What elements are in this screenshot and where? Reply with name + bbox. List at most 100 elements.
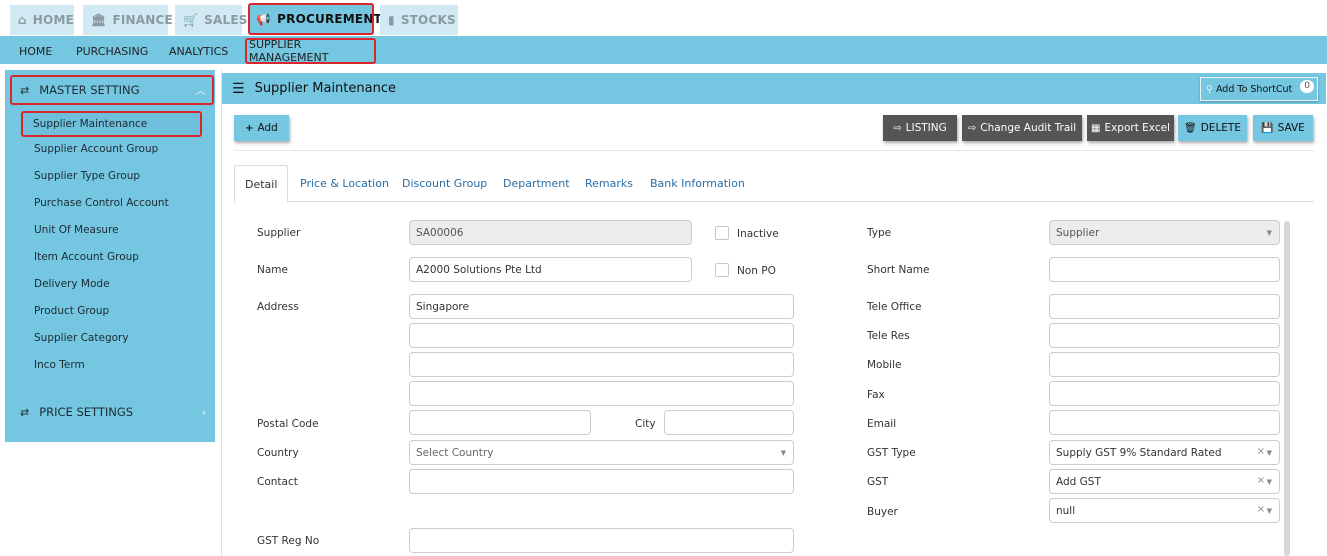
tele-office-label: Tele Office bbox=[867, 301, 922, 313]
sidebar-section-label: PRICE SETTINGS bbox=[39, 405, 134, 419]
sidebar-price-settings[interactable]: ⇄ PRICE SETTINGS › bbox=[10, 397, 214, 427]
tele-res-field[interactable] bbox=[1049, 323, 1280, 348]
name-label: Name bbox=[257, 264, 288, 276]
form-scrollbar[interactable] bbox=[1284, 221, 1290, 556]
short-name-field[interactable] bbox=[1049, 257, 1280, 282]
sidebar-item-supplier-account-group[interactable]: Supplier Account Group bbox=[26, 138, 206, 160]
tab-bank-information[interactable]: Bank Information bbox=[640, 165, 755, 202]
gst-reg-no-field[interactable] bbox=[409, 528, 794, 553]
trash-icon: 🗑 bbox=[1184, 122, 1197, 134]
add-to-shortcut-button[interactable]: ⚲ Add To ShortCut 0 bbox=[1200, 77, 1318, 101]
supplier-code-field[interactable]: SA00006 bbox=[409, 220, 692, 245]
type-value: Supplier bbox=[1056, 226, 1100, 239]
top-navigation: ⌂ HOME 🏛 FINANCE 🛒 SALES 📢 PROCUREMENT ▮… bbox=[0, 0, 1327, 36]
clear-icon[interactable]: × bbox=[1257, 504, 1265, 515]
gst-type-select[interactable]: Supply GST 9% Standard Rated × ▼ bbox=[1049, 440, 1280, 465]
listing-button[interactable]: ⇨ LISTING bbox=[883, 115, 957, 141]
sidebar-item-supplier-category[interactable]: Supplier Category bbox=[26, 327, 206, 349]
mobile-field[interactable] bbox=[1049, 352, 1280, 377]
sidebar-item-inco-term[interactable]: Inco Term bbox=[26, 354, 206, 376]
clear-icon[interactable]: × bbox=[1257, 446, 1265, 457]
address-line-1-field[interactable]: Singapore bbox=[409, 294, 794, 319]
caret-down-icon: ▼ bbox=[1266, 449, 1272, 457]
home-icon: ⌂ bbox=[18, 13, 27, 27]
sub-tab-purchasing[interactable]: PURCHASING bbox=[72, 40, 152, 62]
sub-tab-home[interactable]: HOME bbox=[15, 40, 56, 62]
save-button[interactable]: 💾 SAVE bbox=[1253, 115, 1313, 141]
top-tab-label: STOCKS bbox=[400, 13, 456, 27]
email-label: Email bbox=[867, 418, 897, 430]
sidebar-master-setting[interactable]: ⇄ MASTER SETTING ︿ bbox=[10, 75, 214, 105]
tele-office-field[interactable] bbox=[1049, 294, 1280, 319]
contact-field[interactable] bbox=[409, 469, 794, 494]
sub-tab-supplier-management[interactable]: SUPPLIER MANAGEMENT bbox=[245, 38, 376, 64]
type-select[interactable]: Supplier ▼ bbox=[1049, 220, 1280, 245]
top-tab-home[interactable]: ⌂ HOME bbox=[10, 5, 74, 35]
sidebar-item-delivery-mode[interactable]: Delivery Mode bbox=[26, 273, 206, 295]
pin-icon: ⚲ bbox=[1206, 83, 1213, 95]
sign-in-icon: ⇨ bbox=[967, 122, 977, 134]
top-tab-finance[interactable]: 🏛 FINANCE bbox=[83, 5, 173, 35]
inactive-checkbox[interactable] bbox=[715, 226, 729, 240]
address-line-3-field[interactable] bbox=[409, 352, 794, 377]
sidebar-item-product-group[interactable]: Product Group bbox=[26, 300, 206, 322]
clear-icon[interactable]: × bbox=[1257, 475, 1265, 486]
toolbar-divider bbox=[234, 150, 1314, 151]
supplier-label: Supplier bbox=[257, 227, 301, 239]
tab-remarks[interactable]: Remarks bbox=[575, 165, 643, 202]
postal-code-field[interactable] bbox=[409, 410, 591, 435]
sidebar-item-supplier-type-group[interactable]: Supplier Type Group bbox=[26, 165, 206, 187]
type-label: Type bbox=[867, 227, 892, 239]
address-line-4-field[interactable] bbox=[409, 381, 794, 406]
city-field[interactable] bbox=[664, 410, 794, 435]
mobile-label: Mobile bbox=[867, 359, 902, 371]
city-label: City bbox=[635, 418, 656, 430]
cart-icon: 🛒 bbox=[183, 13, 199, 27]
tab-price-location[interactable]: Price & Location bbox=[290, 165, 399, 202]
page-title: Supplier Maintenance bbox=[254, 81, 396, 96]
buyer-select[interactable]: null × ▼ bbox=[1049, 498, 1280, 523]
name-field[interactable]: A2000 Solutions Pte Ltd bbox=[409, 257, 692, 282]
save-label: SAVE bbox=[1277, 122, 1305, 134]
audit-label: Change Audit Trail bbox=[980, 122, 1077, 134]
non-po-checkbox[interactable] bbox=[715, 263, 729, 277]
country-select[interactable]: Select Country ▼ bbox=[409, 440, 794, 465]
top-tab-sales[interactable]: 🛒 SALES bbox=[175, 5, 247, 35]
buyer-label: Buyer bbox=[867, 506, 898, 518]
top-tab-label: FINANCE bbox=[112, 13, 173, 27]
tab-detail[interactable]: Detail bbox=[234, 165, 289, 203]
add-button[interactable]: + Add bbox=[234, 115, 289, 141]
gst-label: GST bbox=[867, 476, 889, 488]
address-line-2-field[interactable] bbox=[409, 323, 794, 348]
buyer-value: null bbox=[1056, 504, 1076, 517]
export-excel-button[interactable]: ▦ Export Excel bbox=[1087, 115, 1174, 141]
sidebar-item-unit-of-measure[interactable]: Unit Of Measure bbox=[26, 219, 206, 241]
bullhorn-icon: 📢 bbox=[256, 12, 272, 26]
tab-department[interactable]: Department bbox=[493, 165, 580, 202]
excel-icon: ▦ bbox=[1091, 122, 1101, 134]
bank-icon: 🏛 bbox=[91, 13, 107, 27]
fax-field[interactable] bbox=[1049, 381, 1280, 406]
sidebar-item-item-account-group[interactable]: Item Account Group bbox=[26, 246, 206, 268]
caret-down-icon: ▼ bbox=[1266, 229, 1272, 237]
change-audit-trail-button[interactable]: ⇨ Change Audit Trail bbox=[962, 115, 1082, 141]
tab-discount-group[interactable]: Discount Group bbox=[392, 165, 497, 202]
menu-icon[interactable]: ☰ bbox=[232, 81, 245, 97]
country-placeholder: Select Country bbox=[416, 446, 494, 459]
sidebar-item-purchase-control-account[interactable]: Purchase Control Account bbox=[26, 192, 206, 214]
caret-down-icon: ▼ bbox=[780, 449, 786, 457]
sub-navigation: HOME PURCHASING ANALYTICS SUPPLIER MANAG… bbox=[0, 36, 1327, 64]
email-field[interactable] bbox=[1049, 410, 1280, 435]
bar-chart-icon: ▮ bbox=[388, 13, 395, 27]
delete-label: DELETE bbox=[1200, 122, 1241, 134]
delete-button[interactable]: 🗑 DELETE bbox=[1178, 115, 1247, 141]
top-tab-label: HOME bbox=[32, 13, 74, 27]
top-tab-procurement[interactable]: 📢 PROCUREMENT bbox=[248, 3, 382, 35]
sub-tab-analytics[interactable]: ANALYTICS bbox=[165, 40, 232, 62]
sign-in-icon: ⇨ bbox=[893, 122, 902, 134]
inactive-label: Inactive bbox=[737, 228, 779, 240]
sidebar-item-supplier-maintenance[interactable]: Supplier Maintenance bbox=[21, 111, 202, 137]
floppy-icon: 💾 bbox=[1261, 122, 1274, 134]
gst-select[interactable]: Add GST × ▼ bbox=[1049, 469, 1280, 494]
top-tab-stocks[interactable]: ▮ STOCKS bbox=[380, 5, 458, 35]
